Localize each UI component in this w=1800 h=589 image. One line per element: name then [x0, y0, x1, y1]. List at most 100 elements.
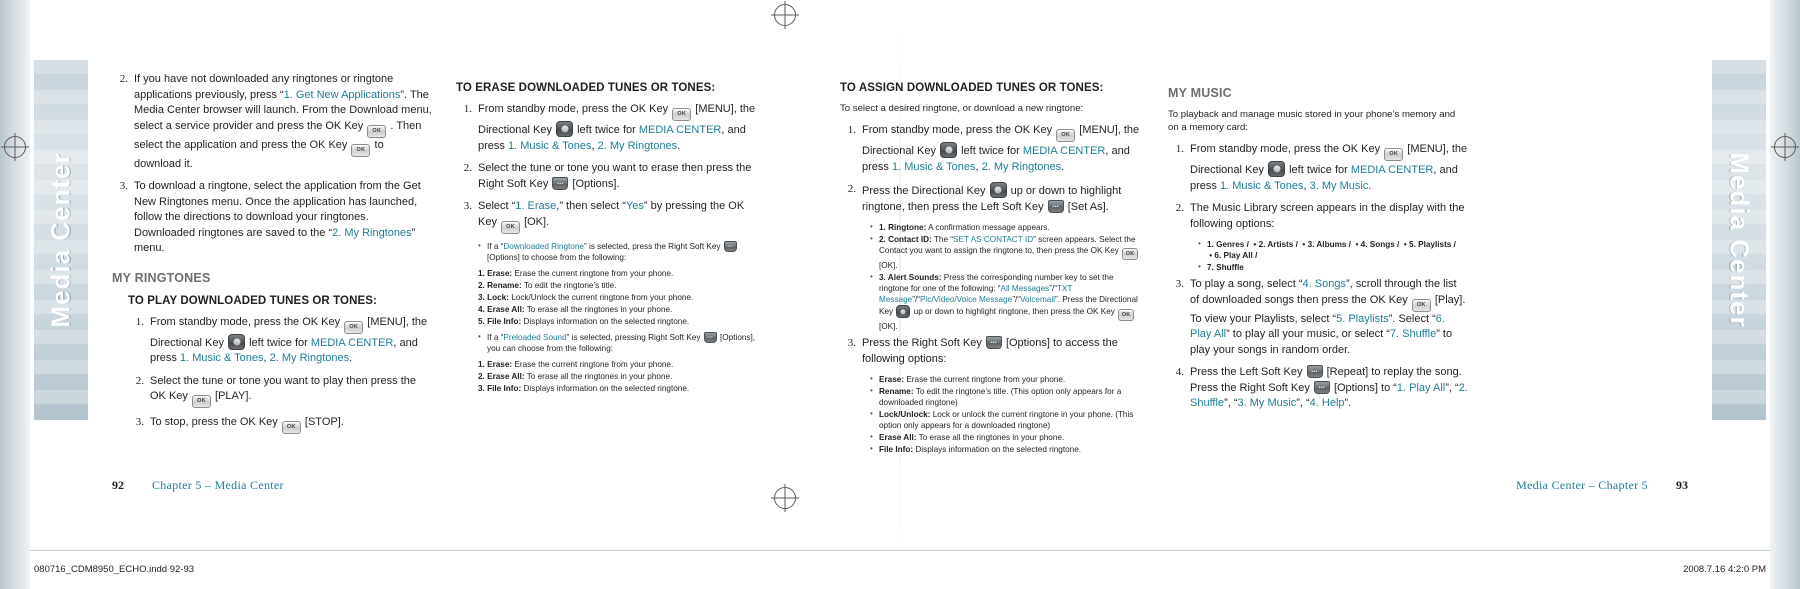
- inline-menu-link: 2. My Ringtones: [597, 139, 678, 152]
- ok-key-icon: OK: [367, 124, 387, 138]
- inline-text: ” to play all your music, or select “: [1226, 328, 1390, 340]
- definition-item: 1. Erase: Erase the current ringtone fro…: [478, 268, 756, 279]
- right-soft-key-icon: [703, 331, 717, 343]
- ok-key-icon: OK: [1118, 309, 1135, 321]
- col3-step-three: 3. Press the Right Soft Key [Options] to …: [840, 336, 1140, 367]
- col4-library-options: 1. Genres / • 2. Artists / • 3. Albums /…: [1198, 238, 1468, 273]
- definition-text: Erase the current ringtone from your pho…: [512, 359, 674, 369]
- ok-key-icon: OK: [281, 421, 301, 434]
- definition-text: To edit the ringtone’s title.: [521, 280, 617, 290]
- print-slug-left: 080716_CDM8950_ECHO.indd 92-93: [34, 564, 195, 575]
- inline-menu-link: 1. Play All: [1396, 381, 1446, 394]
- ok-key-icon: OK: [191, 395, 211, 408]
- inline-menu-link: 1. Music & Tones: [507, 139, 592, 152]
- numbered-step: 1. From standby mode, press the OK Key OK…: [840, 123, 1140, 175]
- soft-key-icon: [552, 176, 569, 192]
- definition-label: 2. Erase All:: [478, 371, 525, 381]
- col2-note1-items: 1. Erase: Erase the current ringtone fro…: [478, 268, 756, 327]
- definition-text: Erase the current ringtone from your pho…: [904, 375, 1066, 384]
- step-text: The Music Library screen appears in the …: [1190, 202, 1465, 230]
- definition-text: Lock/Unlock the current ringtone from yo…: [508, 292, 694, 302]
- ok-key-icon: OK: [1384, 148, 1404, 161]
- definition-item: 1. Erase: Erase the current ringtone fro…: [478, 359, 756, 370]
- numbered-step: 3. Select “1. Erase,” then select “Yes” b…: [456, 199, 756, 234]
- inline-text: ”/“: [912, 295, 920, 304]
- left-page-number: 92: [112, 478, 124, 492]
- inline-text: left twice for: [574, 124, 639, 136]
- definition-label: 4. Erase All:: [478, 304, 525, 314]
- numbered-step: 1. From standby mode, press the OK Key OK…: [1168, 142, 1468, 194]
- inline-text: .: [677, 139, 681, 152]
- definition-item: 5. File Info: Displays information on th…: [478, 316, 756, 327]
- column-two: TO ERASE DOWNLOADED TUNES OR TONES: 1. Fr…: [456, 72, 756, 398]
- col2-note2-lead-b: ” is selected, pressing Right Soft Key: [566, 332, 703, 342]
- definition-item: Rename: To edit the ringtone’s title. (T…: [870, 385, 1140, 408]
- col3-options-items: Erase: Erase the current ringtone from y…: [870, 373, 1140, 455]
- inline-text: left twice for: [958, 145, 1023, 157]
- directional-key-icon: [556, 121, 574, 137]
- definition-item: Erase: Erase the current ringtone from y…: [870, 373, 1140, 385]
- step-text: Press the Directional Key up or down to …: [862, 182, 1121, 215]
- inline-text: To stop, press the OK Key: [150, 416, 281, 428]
- col4-option-bullet-sep: •: [1300, 240, 1308, 249]
- set-as-option: 1. Ringtone: A confirmation message appe…: [870, 221, 1140, 233]
- definition-item: File Info: Displays information on the s…: [870, 443, 1140, 455]
- definition-label: 1. Erase:: [478, 359, 513, 369]
- side-tab-left-label: Media Center: [45, 152, 76, 328]
- inline-text: left twice for: [1286, 164, 1351, 176]
- inline-text: ”/“: [1049, 284, 1057, 293]
- set-as-option-text: [OK].: [879, 261, 898, 270]
- col2-note1-lead-b: ” is selected, press the Right Soft Key: [583, 241, 723, 251]
- step-number: 3.: [463, 200, 472, 212]
- inline-text: To play a song, select “: [1190, 278, 1303, 290]
- inline-menu-link: 1. Erase: [515, 200, 557, 212]
- inline-menu-link: Pic/Video/Voice Message: [919, 295, 1013, 304]
- col4-option-bullet-sep: •: [1401, 240, 1410, 249]
- directional-key-icon: [896, 305, 911, 318]
- footer-right: Media Center – Chapter 5 93: [1516, 478, 1688, 493]
- inline-menu-link: 1. Get New Applications: [283, 88, 401, 101]
- definition-text: To erase all the ringtones in your phone…: [916, 433, 1065, 442]
- step-text: To stop, press the OK Key OK [STOP].: [150, 416, 344, 434]
- col2-note-downloaded-ringtone: If a “Downloaded Ringtone” is selected, …: [478, 240, 756, 263]
- soft-key-icon: [985, 336, 1002, 352]
- inline-text: ,” then select “: [556, 200, 626, 212]
- inline-text: [Options].: [569, 177, 620, 190]
- col2-note2-lead: If a “Preloaded Sound” is selected, pres…: [478, 331, 756, 354]
- col4-steps-bottom: 3. To play a song, select “4. Songs”, scr…: [1168, 277, 1468, 412]
- col1-steps-top: 2. If you have not downloaded any rington…: [112, 72, 432, 257]
- definition-item: Lock/Unlock: Lock or unlock the current …: [870, 408, 1140, 431]
- definition-item: 3. Lock: Lock/Unlock the current rington…: [478, 292, 756, 303]
- left-bleed: [0, 0, 30, 589]
- soft-key-icon: [1306, 365, 1323, 381]
- col4-option-artists: 2. Artists /: [1258, 240, 1298, 249]
- right-page-number: 93: [1676, 478, 1688, 492]
- definition-label: Lock/Unlock:: [879, 410, 931, 419]
- inline-menu-link: 7. Shuffle: [1389, 328, 1437, 340]
- col2-note2-lead-a: If a “: [487, 332, 504, 342]
- step-number: 3.: [1175, 278, 1184, 290]
- ok-key-icon: OK: [501, 220, 521, 234]
- definition-label: 5. File Info:: [478, 316, 522, 326]
- numbered-step: 2. Select the tune or tone you want to pl…: [128, 374, 432, 408]
- definition-text: To edit the ringtone’s title. (This opti…: [879, 387, 1122, 407]
- inline-menu-link: 3. My Music: [1309, 179, 1369, 192]
- directional-key-icon: [228, 333, 246, 350]
- ok-key-icon: OK: [344, 320, 364, 334]
- col4-option-playall: 6. Play All /: [1214, 251, 1258, 260]
- inline-text: .: [349, 352, 353, 364]
- inline-menu-link: 2. My Ringtones: [981, 160, 1062, 173]
- manual-page-spread: Media Center Media Center 2. If you have …: [0, 0, 1800, 589]
- numbered-step: 2. Select the tune or tone you want to er…: [456, 161, 756, 192]
- definition-label: File Info:: [879, 445, 914, 454]
- inline-text: [PLAY].: [211, 390, 252, 402]
- set-as-option: 2. Contact ID: The “SET AS CONTACT ID” s…: [870, 233, 1140, 271]
- inline-text: From standby mode, press the OK Key: [478, 103, 672, 115]
- set-as-option-text: The “: [931, 235, 954, 244]
- step-text: To play a song, select “4. Songs”, scrol…: [1190, 278, 1465, 356]
- inline-text: The Music Library screen appears in the …: [1190, 202, 1465, 230]
- step-number: 2.: [463, 162, 472, 174]
- set-as-option-label: 3. Alert Sounds:: [879, 273, 942, 282]
- numbered-step: 2. Press the Directional Key up or down t…: [840, 182, 1140, 215]
- definition-label: Erase All:: [879, 433, 917, 442]
